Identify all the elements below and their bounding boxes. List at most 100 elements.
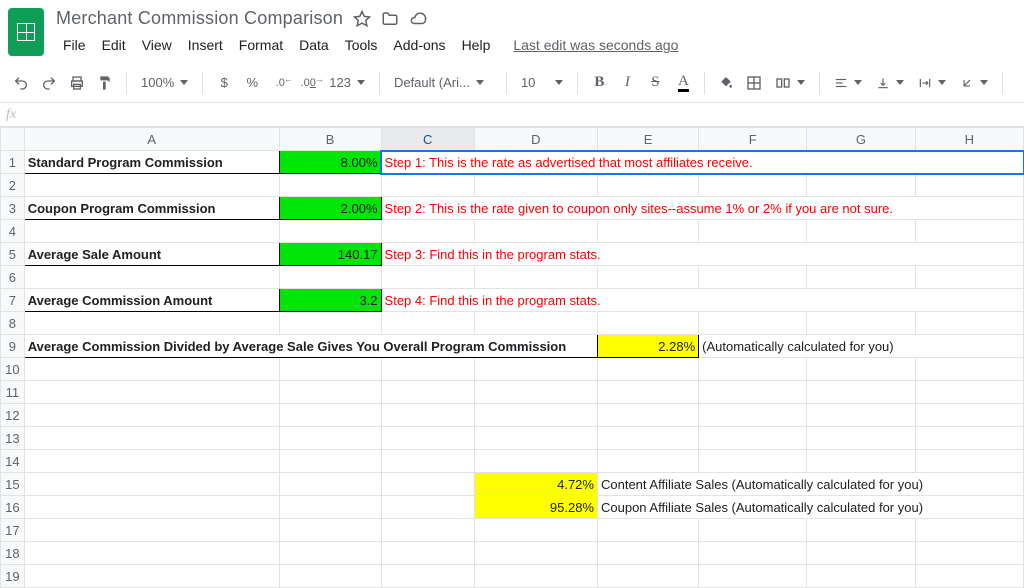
print-button[interactable] [64,70,90,96]
row-header-5[interactable]: 5 [1,243,25,266]
text-rotation-button[interactable] [954,70,994,96]
cell-H11[interactable] [915,381,1023,404]
cell-C15[interactable] [381,473,474,496]
cell-E8[interactable] [597,312,698,335]
cell-A9[interactable]: Average Commission Divided by Average Sa… [24,335,597,358]
cell-A14[interactable] [24,450,279,473]
cell-D8[interactable] [474,312,597,335]
more-formats-select[interactable]: 123 [323,70,371,96]
row-header-4[interactable]: 4 [1,220,25,243]
cell-C11[interactable] [381,381,474,404]
row-header-15[interactable]: 15 [1,473,25,496]
cell-A11[interactable] [24,381,279,404]
cell-D14[interactable] [474,450,597,473]
menu-view[interactable]: View [135,33,179,57]
cell-C4[interactable] [381,220,474,243]
cell-A6[interactable] [24,266,279,289]
cell-E2[interactable] [597,174,698,197]
cell-A3[interactable]: Coupon Program Commission [24,197,279,220]
cell-H8[interactable] [915,312,1023,335]
cell-A10[interactable] [24,358,279,381]
cell-G13[interactable] [807,427,915,450]
cell-C1[interactable]: Step 1: This is the rate as advertised t… [381,151,1023,174]
menu-edit[interactable]: Edit [95,33,133,57]
menu-add-ons[interactable]: Add-ons [386,33,452,57]
cell-B13[interactable] [279,427,381,450]
row-header-17[interactable]: 17 [1,519,25,542]
cell-C18[interactable] [381,542,474,565]
percent-button[interactable]: % [239,70,265,96]
cell-A17[interactable] [24,519,279,542]
cell-D10[interactable] [474,358,597,381]
row-header-11[interactable]: 11 [1,381,25,404]
cell-F17[interactable] [699,519,807,542]
cell-E13[interactable] [597,427,698,450]
menu-data[interactable]: Data [292,33,336,57]
cell-B3[interactable]: 2.00% [279,197,381,220]
menu-format[interactable]: Format [232,33,290,57]
cell-G14[interactable] [807,450,915,473]
cell-B17[interactable] [279,519,381,542]
cell-A2[interactable] [24,174,279,197]
column-header-E[interactable]: E [597,128,698,151]
row-header-3[interactable]: 3 [1,197,25,220]
cell-B4[interactable] [279,220,381,243]
undo-button[interactable] [8,70,34,96]
cell-G12[interactable] [807,404,915,427]
cell-C2[interactable] [381,174,474,197]
cell-B16[interactable] [279,496,381,519]
last-edit-link[interactable]: Last edit was seconds ago [513,37,678,53]
row-header-7[interactable]: 7 [1,289,25,312]
star-icon[interactable] [353,10,371,28]
cell-D11[interactable] [474,381,597,404]
paint-format-button[interactable] [92,70,118,96]
cell-C14[interactable] [381,450,474,473]
merge-cells-button[interactable] [769,70,811,96]
cell-C12[interactable] [381,404,474,427]
cell-B6[interactable] [279,266,381,289]
cell-G18[interactable] [807,542,915,565]
column-header-G[interactable]: G [807,128,915,151]
vertical-align-button[interactable] [870,70,910,96]
cell-A7[interactable]: Average Commission Amount [24,289,279,312]
cell-B18[interactable] [279,542,381,565]
cell-G19[interactable] [807,565,915,588]
menu-tools[interactable]: Tools [338,33,385,57]
row-header-19[interactable]: 19 [1,565,25,588]
cell-A18[interactable] [24,542,279,565]
strikethrough-button[interactable]: S [642,70,668,96]
horizontal-align-button[interactable] [828,70,868,96]
cell-D2[interactable] [474,174,597,197]
cell-F9[interactable]: (Automatically calculated for you) [699,335,1024,358]
cell-E17[interactable] [597,519,698,542]
row-header-13[interactable]: 13 [1,427,25,450]
cell-E18[interactable] [597,542,698,565]
cell-B8[interactable] [279,312,381,335]
zoom-select[interactable]: 100% [135,70,194,96]
cell-F14[interactable] [699,450,807,473]
cell-G17[interactable] [807,519,915,542]
cell-H10[interactable] [915,358,1023,381]
row-header-6[interactable]: 6 [1,266,25,289]
formula-input[interactable] [16,107,1018,122]
row-header-8[interactable]: 8 [1,312,25,335]
cell-H18[interactable] [915,542,1023,565]
cell-F8[interactable] [699,312,807,335]
cell-C17[interactable] [381,519,474,542]
cell-H2[interactable] [915,174,1023,197]
cell-D6[interactable] [474,266,597,289]
cell-C5[interactable]: Step 3: Find this in the program stats. [381,243,1023,266]
cell-D18[interactable] [474,542,597,565]
menu-help[interactable]: Help [455,33,498,57]
cell-B7[interactable]: 3.2 [279,289,381,312]
cell-G11[interactable] [807,381,915,404]
row-header-16[interactable]: 16 [1,496,25,519]
text-color-button[interactable]: A [670,70,696,96]
cell-D12[interactable] [474,404,597,427]
italic-button[interactable]: I [614,70,640,96]
cell-C8[interactable] [381,312,474,335]
font-size-select[interactable]: 10 [515,70,569,96]
cell-H4[interactable] [915,220,1023,243]
cell-B11[interactable] [279,381,381,404]
font-family-select[interactable]: Default (Ari... [388,70,498,96]
